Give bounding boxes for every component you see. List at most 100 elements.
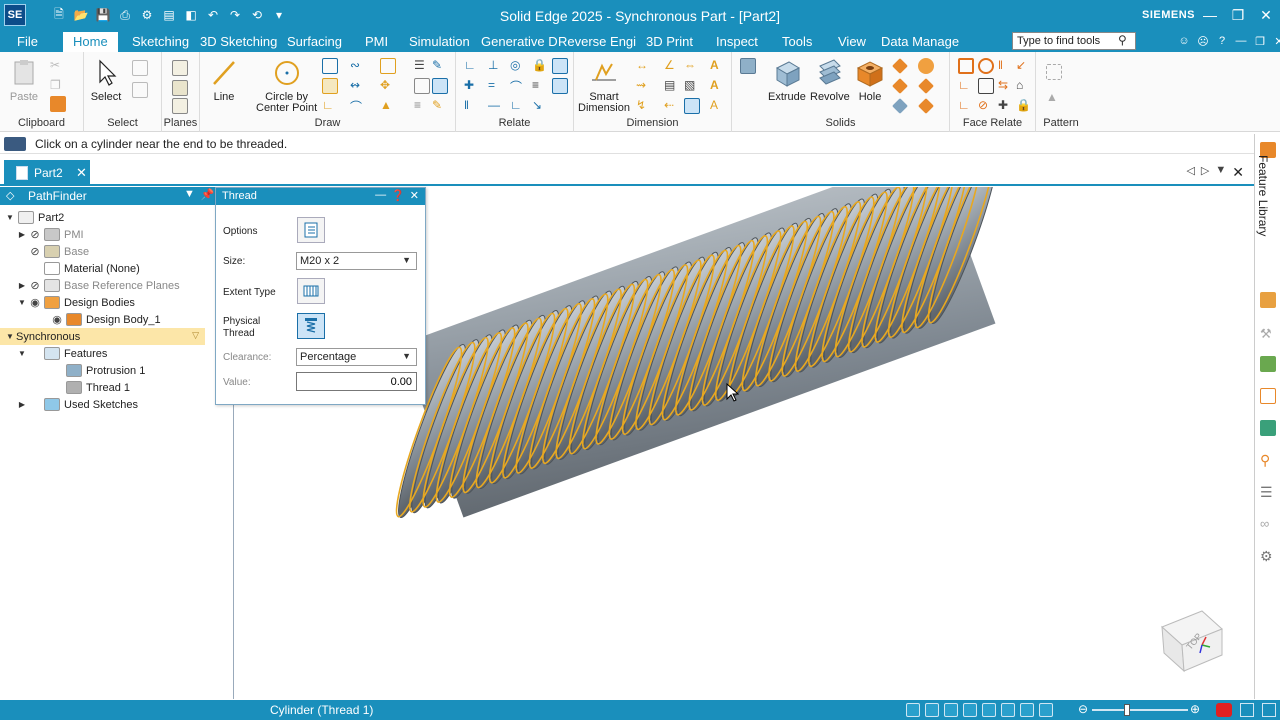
shaded-view-icon[interactable] xyxy=(1020,703,1034,717)
mirror-pattern-icon[interactable]: ▲ xyxy=(1046,90,1062,106)
layers-icon[interactable]: ☰ xyxy=(1260,484,1276,500)
chevron-down-icon[interactable]: ▾ xyxy=(270,6,288,24)
smart-dimension-button[interactable]: Smart Dimension xyxy=(578,58,630,114)
scroll-right-icon[interactable]: ▷ xyxy=(1201,164,1209,181)
pin-icon[interactable]: 📌 xyxy=(201,188,215,201)
offset-icon[interactable]: ∟ xyxy=(322,98,338,114)
coordinate-dimension-icon[interactable]: ⇝ xyxy=(636,78,652,94)
tab-file[interactable]: File xyxy=(17,34,38,49)
command-finder-icon[interactable] xyxy=(1240,703,1254,717)
coplanar-icon[interactable] xyxy=(958,58,974,74)
revolve-button[interactable]: Revolve xyxy=(810,58,850,103)
draft-icon[interactable] xyxy=(892,78,908,94)
expander-icon[interactable]: ▼ xyxy=(16,349,28,358)
tree-item[interactable]: ▼ ◉ Design Bodies xyxy=(16,294,135,311)
distance-between-icon[interactable]: ↔ xyxy=(636,58,652,74)
size-select[interactable]: M20 x 2 ▼ xyxy=(296,252,417,270)
eye-icon[interactable]: ◉ xyxy=(28,296,42,309)
concentric-icon[interactable]: ◎ xyxy=(510,58,526,74)
expander-icon[interactable]: ▶ xyxy=(16,400,28,409)
expander-icon[interactable]: ▼ xyxy=(4,213,16,222)
minimize-icon[interactable]: — xyxy=(375,189,386,202)
annotation-text-2-icon[interactable]: A xyxy=(710,78,726,94)
display-options-icon[interactable]: ☰ xyxy=(414,58,430,74)
hidden-eye-icon[interactable]: ⊘ xyxy=(28,228,42,241)
angular-coordinate-icon[interactable]: ↯ xyxy=(636,98,652,114)
zoom-area-icon[interactable] xyxy=(944,703,958,717)
annotation-text-icon[interactable]: A xyxy=(710,58,726,74)
part-body-icon[interactable] xyxy=(740,58,756,74)
rotate-icon[interactable] xyxy=(982,703,996,717)
tab-view[interactable]: View xyxy=(838,34,866,49)
expander-icon[interactable]: ▶ xyxy=(16,281,28,290)
copy-icon[interactable]: ❐ xyxy=(50,78,66,94)
projection-icon[interactable] xyxy=(380,58,396,74)
settings-icon[interactable]: ⚙ xyxy=(138,6,156,24)
close-icon[interactable]: ✕ xyxy=(76,165,87,181)
value-input[interactable] xyxy=(296,372,417,391)
tangent-icon[interactable]: ⌒ xyxy=(510,78,526,94)
curve-icon[interactable]: ∾ xyxy=(350,58,366,74)
zoom-out-icon[interactable]: ⊖ xyxy=(1078,702,1088,716)
line-button[interactable]: Line xyxy=(208,58,240,103)
rectangle-icon[interactable] xyxy=(322,58,338,74)
tree-item[interactable]: ▶ ⊘ PMI xyxy=(16,226,84,243)
symmetric-face-icon[interactable] xyxy=(978,78,994,94)
pencil-icon[interactable]: ✎ xyxy=(432,98,448,114)
close-icon[interactable]: ✕ xyxy=(1252,0,1280,30)
fixed-face-icon[interactable]: 🔒 xyxy=(1016,98,1032,114)
tab-3d-print[interactable]: 3D Print xyxy=(646,34,693,49)
doc-minimize-icon[interactable]: — xyxy=(1233,32,1249,50)
redo-icon[interactable]: ↷ xyxy=(226,6,244,24)
pattern-icon[interactable] xyxy=(1046,64,1062,80)
tab-3d-sketching[interactable]: 3D Sketching xyxy=(200,34,277,49)
tangent-face-icon[interactable]: ↙ xyxy=(1016,58,1032,74)
fillet-icon[interactable] xyxy=(322,78,338,94)
plane-icon[interactable] xyxy=(172,60,188,76)
perpendicular-face-icon[interactable]: ∟ xyxy=(958,78,974,94)
doc-close-icon[interactable]: ✕ xyxy=(1271,32,1280,50)
eye-icon[interactable]: ◉ xyxy=(50,313,64,326)
coaxial-icon[interactable] xyxy=(978,58,994,74)
offset-face-icon[interactable]: ∟ xyxy=(958,98,974,114)
dimension-dropdown-icon[interactable]: ⇠ xyxy=(664,98,680,114)
attach-icon[interactable]: ↘ xyxy=(532,98,548,114)
key-icon[interactable]: ⚲ xyxy=(1260,452,1276,468)
open-file-icon[interactable]: 📂 xyxy=(72,6,90,24)
trim-icon[interactable]: ↭ xyxy=(350,78,366,94)
close-all-icon[interactable]: ✕ xyxy=(1232,164,1244,181)
expander-icon[interactable]: ▼ xyxy=(4,332,16,341)
thin-wall-icon[interactable] xyxy=(918,78,934,94)
hidden-eye-icon[interactable]: ⊘ xyxy=(28,279,42,292)
tree-item[interactable]: ◉ Design Body_1 xyxy=(38,311,161,328)
symmetric-dimension-icon[interactable]: ⇔ xyxy=(684,58,700,74)
tab-pmi[interactable]: PMI xyxy=(365,34,388,49)
move-icon[interactable]: ✥ xyxy=(380,78,396,94)
tools-icon[interactable]: ⚒ xyxy=(1260,326,1276,342)
undo-icon[interactable]: ↶ xyxy=(204,6,222,24)
frown-feedback-icon[interactable]: ☹ xyxy=(1195,32,1211,50)
tree-item[interactable]: ▶ Used Sketches xyxy=(16,396,138,413)
dimension-style-icon[interactable] xyxy=(684,98,700,114)
tree-item[interactable]: ▼ Synchronous ▽ xyxy=(0,328,205,345)
physical-thread-toggle[interactable] xyxy=(297,313,325,339)
tab-list-icon[interactable]: ▼ xyxy=(1215,164,1226,181)
angle-between-icon[interactable]: ∠ xyxy=(664,58,680,74)
tree-item[interactable]: Material (None) xyxy=(16,260,140,277)
minimize-icon[interactable]: — xyxy=(1196,0,1224,30)
help-icon[interactable]: ? xyxy=(1214,32,1230,50)
hole-button[interactable]: Hole xyxy=(854,58,886,103)
close-icon[interactable]: ✕ xyxy=(410,189,419,202)
format-painter-icon[interactable] xyxy=(50,96,66,112)
equal-radius-icon[interactable]: ⊘ xyxy=(978,98,994,114)
rigid-set-icon[interactable]: ∟ xyxy=(510,98,526,114)
restore-icon[interactable]: ❐ xyxy=(1224,0,1252,30)
undo-history-icon[interactable]: ⟲ xyxy=(248,6,266,24)
print-icon[interactable]: ⎙ xyxy=(116,6,134,24)
chamfer-icon[interactable] xyxy=(918,58,934,74)
document-tab-part2[interactable]: Part2 ✕ xyxy=(4,160,90,186)
tree-item[interactable]: ▼ Features xyxy=(16,345,107,362)
tree-item[interactable]: Thread 1 xyxy=(38,379,130,396)
erase-icon[interactable]: ✎ xyxy=(432,58,448,74)
boolean-icon[interactable] xyxy=(918,98,934,114)
